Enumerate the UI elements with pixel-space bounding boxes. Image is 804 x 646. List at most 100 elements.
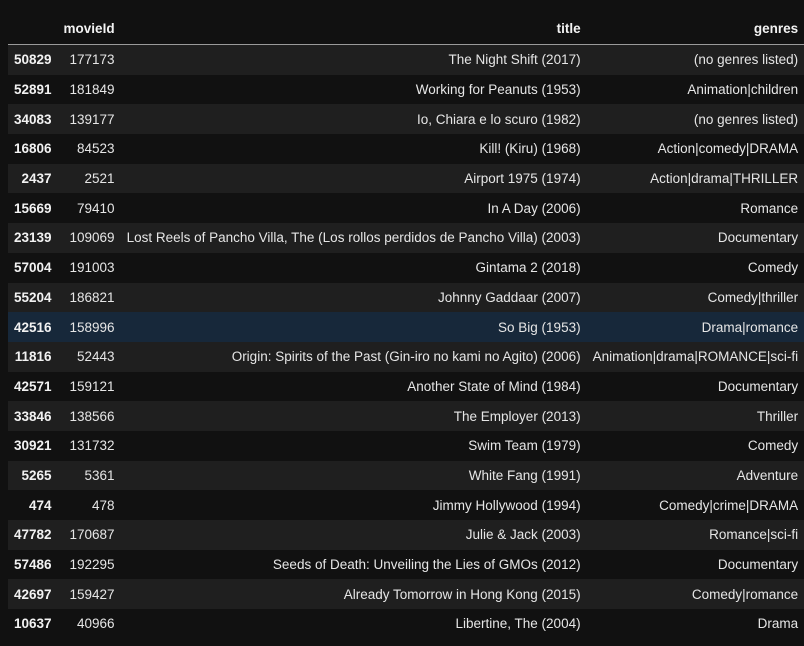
row-index-cell: 474 xyxy=(29,497,52,513)
table-row: 33846 138566 The Employer (2013) Thriller xyxy=(8,401,804,431)
table-row: 23139 109069 Lost Reels of Pancho Villa, T… xyxy=(8,223,804,253)
title-cell: Swim Team (1979) xyxy=(468,438,581,454)
movieid-cell: 170687 xyxy=(69,527,115,543)
table-row: 42571 159121 Another State of Mind (1984) D… xyxy=(8,371,804,402)
table-row: 2437 2521 Airport 1975 (1974) Action|drama|… xyxy=(8,163,804,194)
table-header: movieId title genres xyxy=(8,14,804,45)
row-index-cell: 16806 xyxy=(14,141,52,157)
genres-cell: Action|comedy|DRAMA xyxy=(657,141,799,157)
table-row: 15669 79410 In A Day (2006) Romance xyxy=(8,193,804,224)
movieid-cell: 131732 xyxy=(69,438,115,454)
title-cell: In A Day (2006) xyxy=(487,200,581,216)
table-row: 50829 177173 The Night Shift (2017) (no gen… xyxy=(8,44,804,75)
row-index-cell: 34083 xyxy=(14,111,52,127)
index-column-header xyxy=(8,14,58,45)
genres-cell: (no genres listed) xyxy=(693,111,799,127)
table-row: 30921 131732 Swim Team (1979) Comedy xyxy=(8,430,804,461)
dataframe-table: movieId title genres 50829 177173 The Nigh… xyxy=(8,14,804,639)
title-cell: Julie & Jack (2003) xyxy=(465,527,581,543)
movieid-cell: 159121 xyxy=(69,378,115,394)
movieid-cell: 52443 xyxy=(77,349,115,365)
table-row: 5265 5361 White Fang (1991) Adventure xyxy=(8,460,804,491)
genres-cell: Documentary xyxy=(717,557,799,573)
genres-cell: Action|drama|THRILLER xyxy=(650,171,799,187)
genres-column-header: genres xyxy=(586,14,804,45)
movieid-column-header: movieId xyxy=(57,14,121,45)
row-index-cell: 11816 xyxy=(14,349,52,365)
row-index-cell: 23139 xyxy=(14,230,52,246)
row-index-cell: 55204 xyxy=(14,289,52,305)
genres-cell: Documentary xyxy=(717,230,799,246)
movieid-cell: 192295 xyxy=(69,557,115,573)
row-index-cell: 57486 xyxy=(14,557,52,573)
row-index-cell: 42571 xyxy=(14,378,52,394)
title-cell: Io, Chiara e lo scuro (1982) xyxy=(417,111,581,127)
genres-cell: Comedy|thriller xyxy=(707,289,799,305)
row-index-cell: 2437 xyxy=(21,171,52,187)
table-row: 34083 139177 Io, Chiara e lo scuro (1982) (… xyxy=(8,104,804,135)
title-cell: Origin: Spirits of the Past (Gin-iro no … xyxy=(231,349,581,365)
title-column-header: title xyxy=(120,14,587,45)
table-row: 57004 191003 Gintama 2 (2018) Comedy xyxy=(8,252,804,283)
genres-cell: Drama|romance xyxy=(701,319,799,335)
genres-cell: Comedy|crime|DRAMA xyxy=(659,497,799,513)
row-index-cell: 33846 xyxy=(14,408,52,424)
movieid-cell: 2521 xyxy=(84,171,115,187)
title-cell: Johnny Gaddaar (2007) xyxy=(438,289,581,305)
title-cell: Jimmy Hollywood (1994) xyxy=(432,497,581,513)
genres-cell: Animation|children xyxy=(687,82,799,98)
movieid-cell: 478 xyxy=(92,497,115,513)
table-row: 10637 40966 Libertine, The (2004) Drama xyxy=(8,609,804,639)
table-row: 47782 170687 Julie & Jack (2003) Romance|sc… xyxy=(8,520,804,550)
movieid-cell: 40966 xyxy=(77,616,115,632)
title-cell: Already Tomorrow in Hong Kong (2015) xyxy=(343,586,581,602)
movieid-cell: 158996 xyxy=(69,319,115,335)
title-cell: Lost Reels of Pancho Villa, The (Los rol… xyxy=(126,230,581,246)
movieid-cell: 84523 xyxy=(77,141,115,157)
row-index-cell: 15669 xyxy=(14,200,52,216)
movieid-cell: 181849 xyxy=(69,82,115,98)
row-index-cell: 42516 xyxy=(14,319,52,335)
title-cell: The Employer (2013) xyxy=(453,408,581,424)
movieid-cell: 5361 xyxy=(84,467,115,483)
table-row: 55204 186821 Johnny Gaddaar (2007) Comedy|t… xyxy=(8,282,804,313)
movieid-cell: 191003 xyxy=(69,260,115,276)
table-row: 11816 52443 Origin: Spirits of the Past (G… xyxy=(8,341,804,372)
genres-cell: Romance xyxy=(740,200,799,216)
title-cell: Gintama 2 (2018) xyxy=(475,260,581,276)
row-index-cell: 57004 xyxy=(14,260,52,276)
title-cell: Working for Peanuts (1953) xyxy=(415,82,581,98)
movieid-cell: 79410 xyxy=(77,200,115,216)
table-row: 57486 192295 Seeds of Death: Unveiling the… xyxy=(8,549,804,580)
row-index-cell: 42697 xyxy=(14,586,52,602)
table-row: 42516 158996 So Big (1953) Drama|romance xyxy=(8,312,804,342)
movieid-cell: 138566 xyxy=(69,408,115,424)
table-row: 52891 181849 Working for Peanuts (1953) Ani… xyxy=(8,74,804,105)
genres-cell: Adventure xyxy=(736,467,799,483)
genres-cell: Documentary xyxy=(717,378,799,394)
title-cell: Another State of Mind (1984) xyxy=(407,378,581,394)
movieid-cell: 186821 xyxy=(69,289,115,305)
genres-cell: Comedy xyxy=(747,260,799,276)
header-row: movieId title genres xyxy=(8,14,804,45)
genres-cell: Thriller xyxy=(756,408,799,424)
title-cell: The Night Shift (2017) xyxy=(448,52,581,68)
row-index-cell: 47782 xyxy=(14,527,52,543)
movieid-cell: 177173 xyxy=(69,52,115,68)
table-body: 50829 177173 The Night Shift (2017) (no gen… xyxy=(8,44,804,639)
row-index-cell: 30921 xyxy=(14,438,52,454)
title-cell: Airport 1975 (1974) xyxy=(464,171,581,187)
table-row: 42697 159427 Already Tomorrow in Hong Kong… xyxy=(8,579,804,610)
genres-cell: Comedy xyxy=(747,438,799,454)
title-cell: Libertine, The (2004) xyxy=(455,616,581,632)
row-index-cell: 50829 xyxy=(14,52,52,68)
genres-cell: (no genres listed) xyxy=(693,52,799,68)
genres-cell: Romance|sci-fi xyxy=(709,527,799,543)
row-index-cell: 52891 xyxy=(14,82,52,98)
genres-cell: Animation|drama|ROMANCE|sci-fi xyxy=(592,349,799,365)
genres-cell: Comedy|romance xyxy=(691,586,799,602)
movieid-cell: 139177 xyxy=(69,111,115,127)
genres-cell: Drama xyxy=(757,616,799,632)
movieid-cell: 109069 xyxy=(69,230,115,246)
table-row: 16806 84523 Kill! (Kiru) (1968) Action|come… xyxy=(8,134,804,164)
